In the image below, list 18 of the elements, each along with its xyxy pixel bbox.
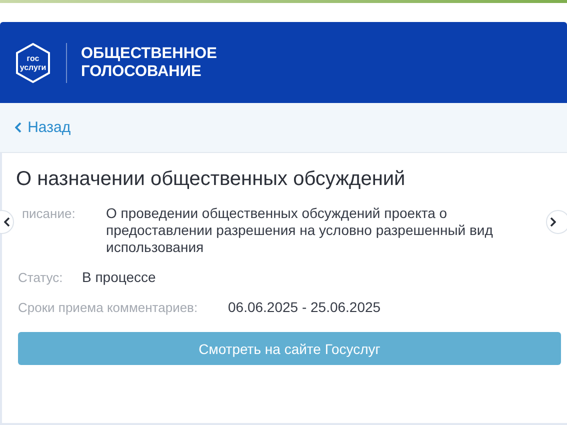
view-site-button[interactable]: Смотреть на сайте Госуслуг (18, 332, 561, 365)
chevron-right-icon (550, 217, 556, 227)
chevron-left-icon (15, 122, 22, 133)
logo-text: услуги (20, 62, 46, 72)
header-title: ГОЛОСОВАНИЕ (81, 62, 202, 80)
field-label: Статус: (17, 269, 64, 286)
card-title: О назначении общественных обсуждений (16, 168, 406, 191)
back-link[interactable]: Назад (15, 119, 71, 136)
field-value: О проведении общественных обсуждений проекта о предоставлении разрешения на условно разрешенный вид использования (106, 205, 494, 256)
field-value: 06.06.2025 - 25.06.2025 (228, 299, 381, 316)
chevron-left-icon (4, 217, 10, 227)
field-label: Сроки приема комментариев: (17, 299, 199, 316)
next-button[interactable] (546, 210, 567, 234)
logo-icon (14, 42, 52, 84)
logo-text: гос (26, 54, 40, 62)
field-value: В процессе (82, 269, 156, 286)
field-label: писание: (21, 205, 76, 222)
header-title: ОБЩЕСТВЕННОЕ (81, 44, 217, 62)
